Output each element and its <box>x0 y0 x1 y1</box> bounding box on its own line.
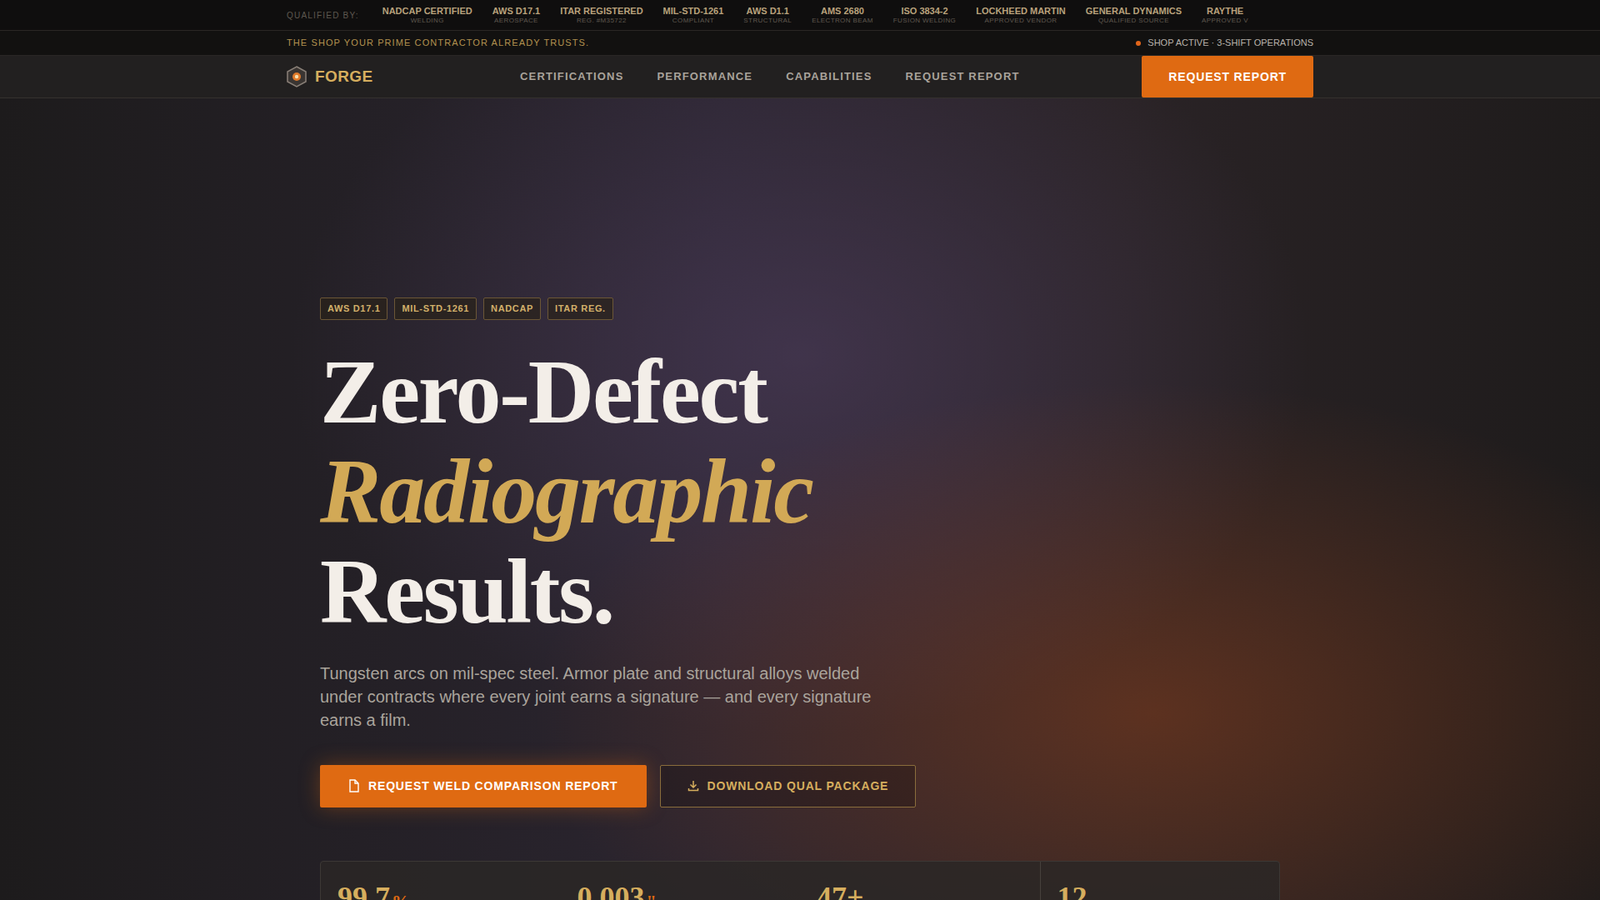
qualified-sub: FUSION WELDING <box>893 16 956 25</box>
qualified-title: AWS D17.1 <box>492 5 540 17</box>
qualified-sub: ELECTRON BEAM <box>811 16 874 25</box>
qualified-sub: STRUCTURAL <box>743 16 792 25</box>
heading-line: Results. <box>320 541 1280 642</box>
cert-badge: ITAR REG. <box>547 297 614 320</box>
qualified-item: GENERAL DYNAMICSQUALIFIED SOURCE <box>1085 5 1182 25</box>
stat: 47+ <box>800 861 1040 900</box>
nav-bar: FORGE CERTIFICATIONS PERFORMANCE CAPABILITI… <box>0 55 1600 99</box>
qualified-title: ISO 3834-2 <box>900 5 948 17</box>
button-label: DOWNLOAD QUAL PACKAGE <box>707 777 890 795</box>
nav-inner: FORGE CERTIFICATIONS PERFORMANCE CAPABILITI… <box>286 55 1314 98</box>
heading-line: Radiographic <box>320 441 1280 542</box>
tagline-inner: THE SHOP YOUR PRIME CONTRACTOR ALREADY T… <box>286 30 1314 55</box>
stats-card: 99.7%0.003"47+12 <box>320 860 1280 900</box>
stat-value: 47+ <box>816 875 865 900</box>
qualified-title: RAYTHE <box>1206 5 1244 17</box>
stat-unit: " <box>646 887 657 900</box>
stat: 12 <box>1040 861 1280 900</box>
hero: AWS D17.1 MIL-STD-1261 NADCAP ITAR REG. Zero… <box>0 98 1600 900</box>
qualified-title: AMS 2680 <box>820 5 865 17</box>
qualified-item: ISO 3834-2FUSION WELDING <box>893 5 956 25</box>
qualified-sub: AEROSPACE <box>494 16 539 25</box>
status-dot <box>1135 40 1141 46</box>
tagline: THE SHOP YOUR PRIME CONTRACTOR ALREADY T… <box>286 35 590 50</box>
qualified-label: QUALIFIED BY: <box>286 9 360 22</box>
hero-badges: AWS D17.1 MIL-STD-1261 NADCAP ITAR REG. <box>320 297 1280 320</box>
qualified-sub: APPROVED V <box>1201 16 1249 25</box>
cert-badge: NADCAP <box>483 297 541 320</box>
qualified-sub: WELDING <box>410 16 445 25</box>
qualified-item: NADCAP CERTIFIEDWELDING <box>382 5 473 25</box>
qualified-item: LOCKHEED MARTINAPPROVED VENDOR <box>975 5 1066 25</box>
hero-buttons: REQUEST WELD COMPARISON REPORT DOWNLOAD Q… <box>320 765 1280 808</box>
logo[interactable]: FORGE <box>286 65 520 90</box>
nav-link[interactable]: PERFORMANCE <box>656 68 753 85</box>
nav-link[interactable]: CAPABILITIES <box>785 68 872 85</box>
download-icon <box>687 780 700 792</box>
button-label: REQUEST WELD COMPARISON REPORT <box>368 777 619 795</box>
stat-value: 99.7 <box>337 875 390 900</box>
request-report-button[interactable]: REQUEST REPORT <box>1141 55 1314 98</box>
qualified-bar: QUALIFIED BY: NADCAP CERTIFIEDWELDING AWS … <box>0 0 1600 31</box>
stat: 0.003" <box>560 861 801 900</box>
shop-status: SHOP ACTIVE · 3-SHIFT OPERATIONS <box>1135 35 1314 50</box>
qualified-title: NADCAP CERTIFIED <box>382 5 473 17</box>
hex-logo-icon <box>286 65 307 88</box>
cert-badge: MIL-STD-1261 <box>394 297 477 320</box>
logo-text: FORGE <box>315 65 373 90</box>
document-icon <box>348 779 360 793</box>
qualified-title: AWS D1.1 <box>746 5 790 17</box>
request-comparison-button[interactable]: REQUEST WELD COMPARISON REPORT <box>320 765 647 808</box>
nav-link[interactable]: REQUEST REPORT <box>905 68 1020 85</box>
stat: 99.7% <box>320 861 561 900</box>
status-text: SHOP ACTIVE · 3-SHIFT OPERATIONS <box>1147 35 1314 50</box>
nav-link[interactable]: CERTIFICATIONS <box>520 68 624 85</box>
tagline-bar: THE SHOP YOUR PRIME CONTRACTOR ALREADY T… <box>0 30 1600 56</box>
qualified-item: AWS D1.1STRUCTURAL <box>743 5 792 25</box>
download-package-button[interactable]: DOWNLOAD QUAL PACKAGE <box>660 765 917 808</box>
qualified-sub: APPROVED VENDOR <box>985 16 1058 25</box>
heading-line: Zero-Defect <box>320 341 1280 442</box>
qualified-item: ITAR REGISTEREDREG. #M35722 <box>560 5 643 25</box>
qualified-sub: COMPLIANT <box>672 16 715 25</box>
stat-value: 12 <box>1057 875 1088 900</box>
qualified-sub: REG. #M35722 <box>576 16 627 25</box>
hero-inner: AWS D17.1 MIL-STD-1261 NADCAP ITAR REG. Zero… <box>320 98 1280 900</box>
qualified-title: LOCKHEED MARTIN <box>975 5 1066 17</box>
qualified-item: AMS 2680ELECTRON BEAM <box>811 5 874 25</box>
stat-unit: % <box>391 887 410 900</box>
qualified-item: AWS D17.1AEROSPACE <box>492 5 540 25</box>
qualified-title: MIL-STD-1261 <box>663 5 725 17</box>
stat-value: 0.003 <box>577 875 645 900</box>
hero-heading: Zero-DefectRadiographicResults. <box>320 341 1280 642</box>
qualified-sub: QUALIFIED SOURCE <box>1098 16 1170 25</box>
qualified-title: ITAR REGISTERED <box>560 5 643 17</box>
qualified-item: MIL-STD-1261COMPLIANT <box>663 5 725 25</box>
cert-badge: AWS D17.1 <box>320 297 388 320</box>
nav-links: CERTIFICATIONS PERFORMANCE CAPABILITIES REQ… <box>520 68 1142 85</box>
hero-description: Tungsten arcs on mil-spec steel. Armor p… <box>320 661 887 732</box>
qualified-title: GENERAL DYNAMICS <box>1085 5 1182 17</box>
qualified-item: RAYTHEAPPROVED V <box>1201 5 1249 25</box>
qualified-list: QUALIFIED BY: NADCAP CERTIFIEDWELDING AWS … <box>286 0 1334 30</box>
